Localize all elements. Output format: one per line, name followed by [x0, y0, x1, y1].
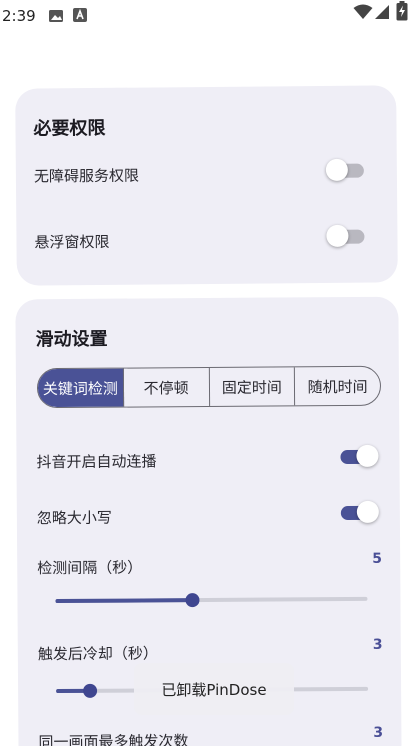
slide-settings-title: 滑动设置: [35, 328, 108, 351]
max-trigger-label: 同一画面最多触发次数: [38, 732, 189, 746]
cooldown-label: 触发后冷却（秒）: [37, 644, 158, 664]
douyin-autoplay-label: 抖音开启自动连播: [36, 452, 157, 472]
toggle-thumb: [325, 158, 348, 181]
slider-knob[interactable]: [83, 683, 98, 698]
mode-random-time[interactable]: 随机时间: [295, 367, 380, 406]
status-bar: 2:39: [0, 0, 419, 34]
detect-interval-value: 5: [372, 550, 382, 567]
a-icon: [73, 8, 87, 22]
cooldown-value: 3: [372, 636, 383, 653]
mode-segmented-control: 关键词检测 不停顿 固定时间 随机时间: [36, 365, 382, 409]
permissions-title: 必要权限: [33, 117, 106, 140]
detect-interval-slider[interactable]: [55, 589, 368, 611]
status-time: 2:39: [2, 7, 36, 25]
permissions-card: 必要权限 无障碍服务权限 悬浮窗权限: [15, 85, 398, 286]
gallery-icon: [49, 10, 63, 22]
overlay-permission-label: 悬浮窗权限: [34, 232, 110, 252]
detect-interval-label: 检测间隔（秒）: [37, 558, 143, 578]
toggle-thumb: [326, 224, 349, 247]
toggle-thumb: [356, 500, 379, 523]
slider-fill: [55, 598, 193, 604]
mode-fixed-time[interactable]: 固定时间: [209, 367, 296, 406]
toast-message: 已卸载PinDose: [134, 663, 294, 715]
overlay-permission-toggle[interactable]: [326, 224, 366, 248]
wifi-icon: [353, 4, 373, 19]
accessibility-permission-label: 无障碍服务权限: [33, 166, 140, 186]
battery-charging-icon: [396, 1, 408, 21]
accessibility-permission-toggle[interactable]: [325, 158, 366, 182]
mode-keyword-detect[interactable]: 关键词检测: [37, 368, 124, 408]
slider-knob[interactable]: [185, 593, 200, 608]
toggle-thumb: [356, 444, 379, 467]
ignore-case-label: 忽略大小写: [36, 508, 112, 528]
cell-signal-icon: [375, 5, 389, 19]
max-trigger-value: 3: [373, 724, 384, 741]
mode-no-pause[interactable]: 不停顿: [123, 367, 210, 407]
douyin-autoplay-toggle[interactable]: [338, 444, 379, 468]
ignore-case-toggle[interactable]: [339, 500, 379, 524]
